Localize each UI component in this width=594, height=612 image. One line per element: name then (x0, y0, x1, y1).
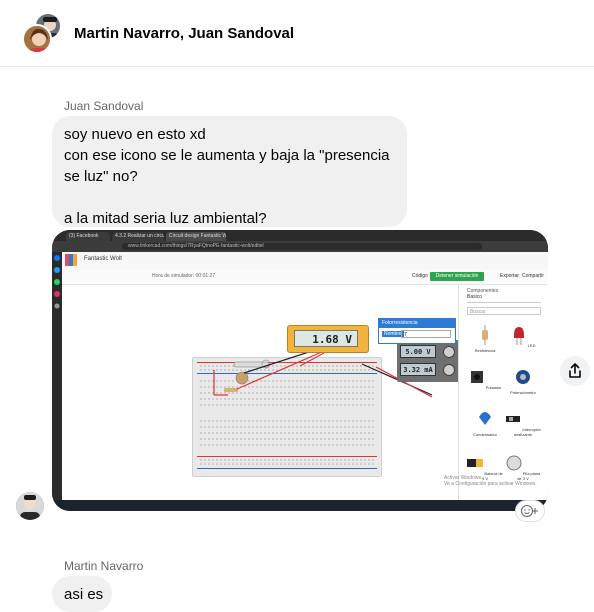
message-line: soy nuevo en esto xd (64, 126, 206, 143)
message-line: con ese icono se le aumenta y baja la "p… (64, 147, 390, 164)
message-line (64, 187, 395, 208)
psu-voltage: 5.00 V (400, 345, 436, 358)
browser-tabs: (3) Facebook 4.3.2 Realizar un circuit C… (52, 230, 548, 241)
capacitor-icon (479, 412, 491, 425)
message-line: se luz" no? (64, 168, 138, 185)
component-led: LED (505, 325, 541, 348)
tinkercad-topbar: Fantastic Wolt (62, 252, 548, 271)
avatar-juan (22, 24, 52, 54)
conversation-header: Martin Navarro, Juan Sandoval (0, 0, 594, 67)
browser-sidebar (52, 252, 62, 505)
coin-cell-icon (506, 455, 522, 471)
simulation-button: Detener simulación (430, 272, 484, 281)
add-reaction-button[interactable] (515, 500, 545, 522)
group-avatar[interactable] (22, 12, 64, 54)
pushbutton-icon (470, 371, 483, 383)
psu-knob (443, 364, 455, 376)
popup-value: 7 (401, 330, 451, 338)
component-potentiometer: Potenciómetro (505, 367, 541, 395)
switch-icon (506, 416, 521, 422)
code-button: Código (412, 273, 428, 279)
component-pushbutton: Pulsador (467, 367, 503, 390)
panel-search: Buscar (467, 307, 541, 315)
tinkercad-toolbar: Hora de simulador: 00:01:27 Código Deten… (62, 270, 548, 285)
browser-tab: (3) Facebook (66, 232, 110, 241)
browser-address-bar: www.tinkercad.com/things/7RyaFQtnoPE-fan… (122, 243, 482, 250)
power-supply: 5.00 V 3.32 mA (397, 340, 467, 382)
component-slide-switch: Interruptor deslizante (505, 409, 541, 437)
design-name: Fantastic Wolt (84, 256, 122, 262)
components-panel: Componentes Básico Buscar Resistencia LE… (458, 285, 548, 505)
message-line: asi es (64, 586, 104, 603)
panel-selection: Básico (467, 294, 541, 303)
windows-taskbar (52, 500, 548, 511)
potentiometer-icon (516, 370, 530, 384)
share-icon (569, 363, 581, 378)
sender-name: Juan Sandoval (64, 99, 144, 113)
led-icon (513, 327, 524, 345)
component-popup: Fotorresistencia Nombre 7 (378, 318, 456, 344)
browser-tab: Circuit design Fantastic W (166, 232, 226, 241)
windows-activation-watermark: Activar Windows Ve a Configuración para … (444, 475, 537, 487)
psu-current: 3.32 mA (400, 363, 436, 376)
component-resistor: Resistencia (467, 325, 503, 353)
psu-knob (443, 346, 455, 358)
sender-name: Martin Navarro (64, 559, 144, 573)
component-capacitor: Condensador (467, 409, 503, 437)
share-button-inner: Compartir (522, 273, 544, 279)
share-button[interactable] (560, 356, 590, 386)
tinkercad-logo (65, 254, 77, 266)
multimeter: 1.68 V (287, 325, 369, 353)
popup-title: Fotorresistencia (379, 319, 455, 328)
multimeter-reading: 1.68 V (294, 330, 358, 347)
message-bubble[interactable]: asi es (52, 576, 112, 612)
avatar-martin-small[interactable] (16, 492, 44, 520)
battery-icon (467, 459, 484, 467)
image-attachment[interactable]: (3) Facebook 4.3.2 Realizar un circuit C… (52, 230, 548, 511)
message-bubble[interactable]: soy nuevo en esto xd con ese icono se le… (52, 116, 407, 227)
export-button: Exportar (500, 273, 519, 279)
resistor-icon (482, 325, 488, 345)
circuit-canvas: 1.68 V 5.00 V 3.32 mA Fotorresistencia N… (62, 285, 467, 505)
browser-tab: 4.3.2 Realizar un circuit (112, 232, 164, 241)
smiley-plus-icon (520, 504, 538, 518)
tinkercad-window: Fantastic Wolt Hora de simulador: 00:01:… (62, 252, 548, 505)
message-line: a la mitad seria luz ambiental? (64, 210, 267, 227)
sim-time: Hora de simulador: 00:01:27 (152, 273, 216, 279)
conversation-title[interactable]: Martin Navarro, Juan Sandoval (74, 25, 294, 42)
